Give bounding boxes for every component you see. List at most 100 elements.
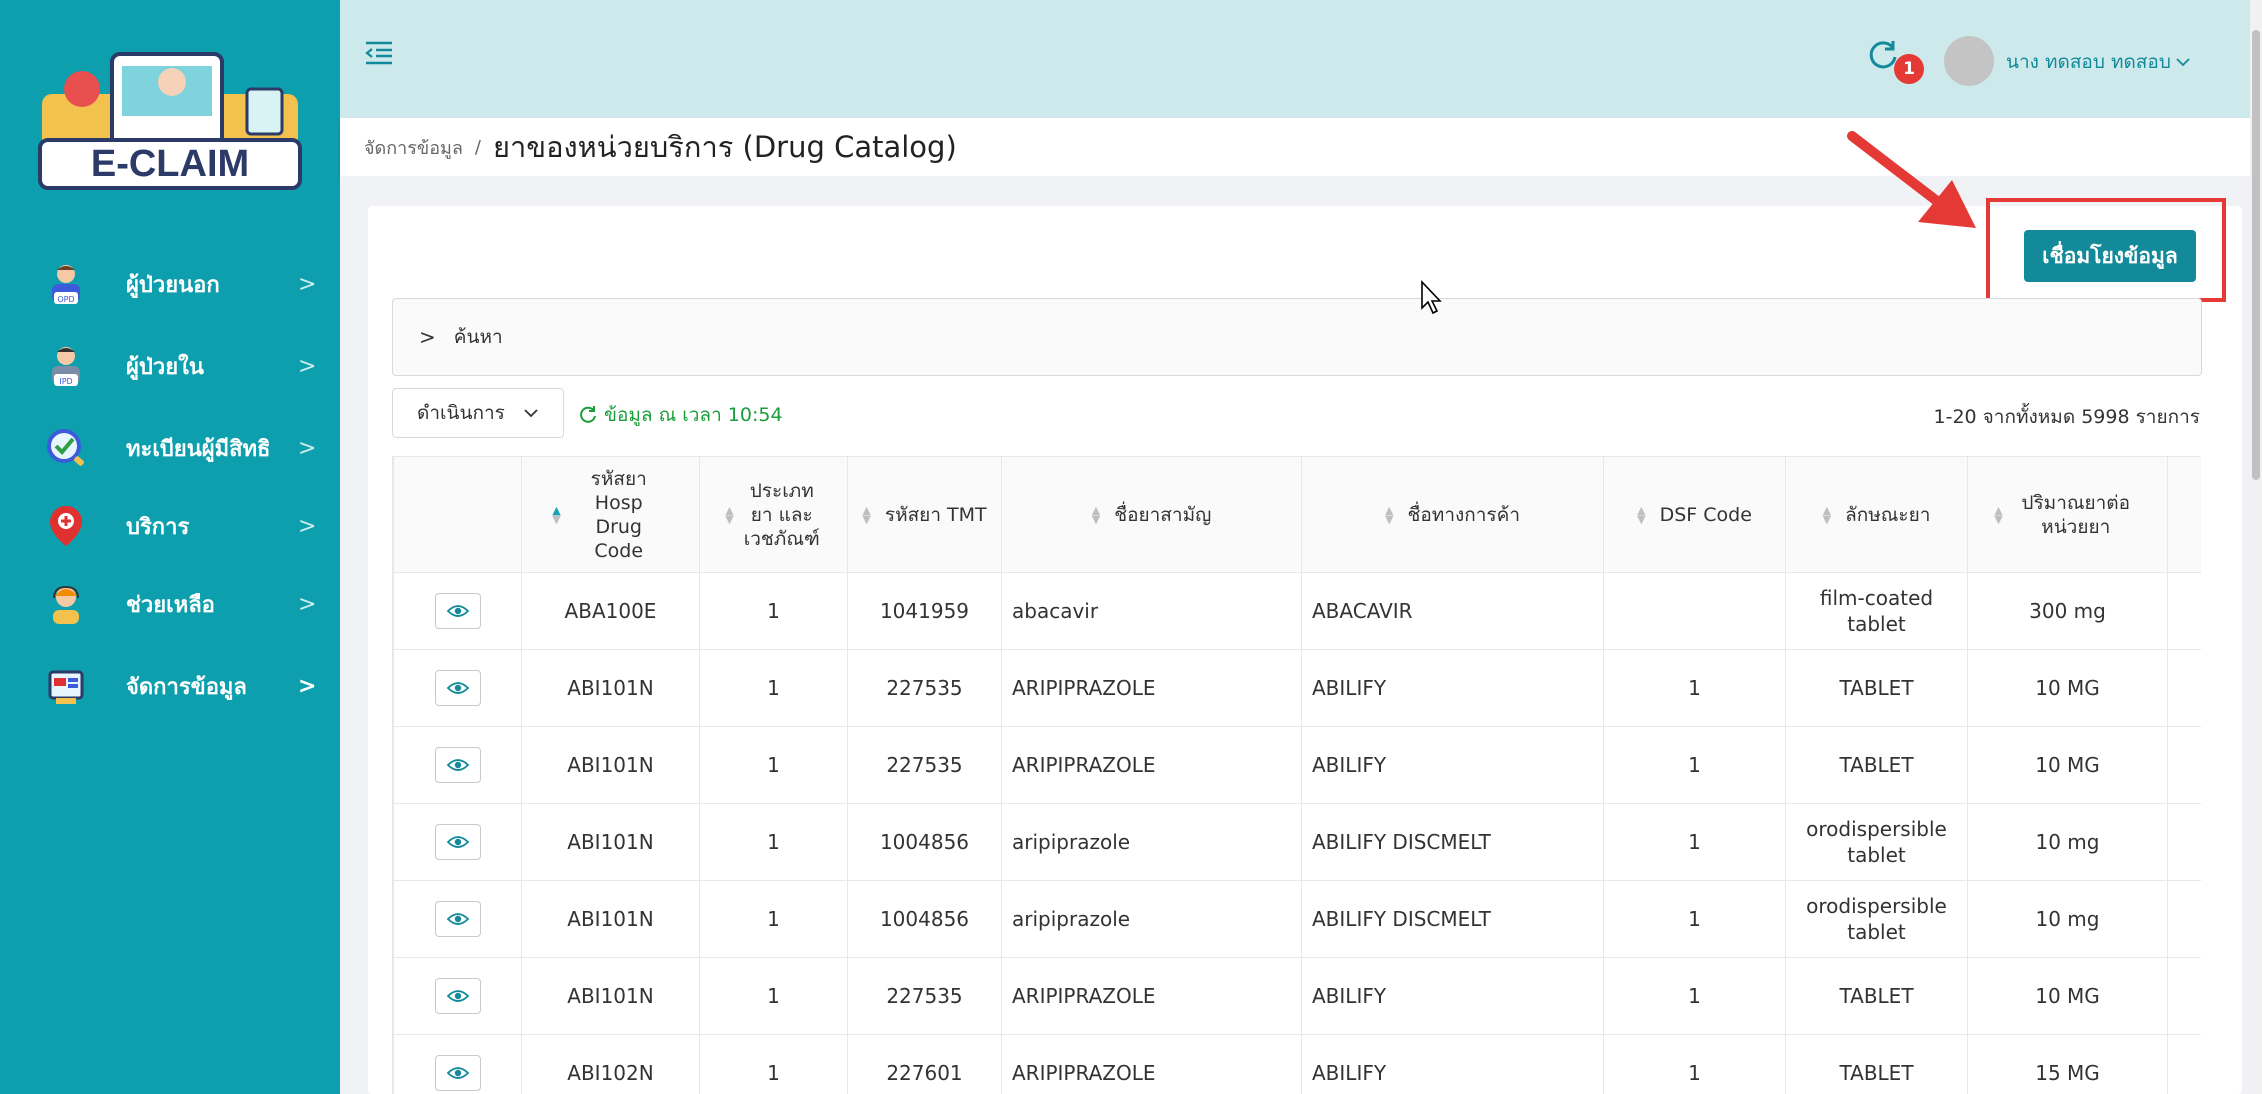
- sidebar-item-label: ทะเบียนผู้มีสิทธิ: [126, 436, 271, 462]
- chevron-right-icon: >: [298, 513, 317, 539]
- strength-cell: 15 MG: [1967, 1034, 2168, 1094]
- actions-label: ดำเนินการ: [417, 402, 505, 424]
- view-button[interactable]: [434, 978, 481, 1014]
- generic-name-cell: ARIPIPRAZOLE: [1001, 649, 1302, 727]
- dosage-form-cell: orodispersible tablet: [1785, 880, 1968, 958]
- strength-cell: 300 mg: [1967, 572, 2168, 650]
- column-header-generic-name[interactable]: ▲ ▼ ชื่อยาสามัญ: [1001, 456, 1302, 573]
- sort-icon: ▲ ▼: [1384, 504, 1394, 526]
- overflow-cell: [2167, 726, 2201, 804]
- row-action-cell: [393, 957, 522, 1035]
- row-action-cell: [393, 1034, 522, 1094]
- column-header-dsf-code[interactable]: ▲ ▼ DSF Code: [1603, 456, 1786, 573]
- opd-patient-icon: OPD: [46, 262, 86, 306]
- sidebar-item-services[interactable]: บริการ >: [0, 498, 340, 554]
- hosp-drug-code-cell: ABA100E: [521, 572, 700, 650]
- chevron-right-icon: >: [419, 325, 436, 349]
- table-row: ABI101N 1 1004856 aripiprazole ABILIFY DISCM…: [393, 880, 2201, 958]
- overflow-cell: [2167, 957, 2201, 1035]
- view-button[interactable]: [434, 593, 481, 629]
- menu-toggle-icon[interactable]: [364, 40, 394, 66]
- chevron-down-icon: [523, 404, 539, 423]
- notification-badge[interactable]: 1: [1894, 54, 1924, 84]
- dosage-form-cell: orodispersible tablet: [1785, 803, 1968, 881]
- table-row: ABI101N 1 1004856 aripiprazole ABILIFY DISCM…: [393, 803, 2201, 881]
- view-button[interactable]: [434, 1055, 481, 1091]
- column-header-label: ปริมาณยาต่อ หน่วยยา: [2021, 491, 2131, 538]
- column-header-hosp-drug-code[interactable]: ▲ ▼ รหัสยา Hosp Drug Code: [521, 456, 700, 573]
- tmt-code-cell: 1004856: [847, 803, 1002, 881]
- column-header-tmt-code[interactable]: ▲ ▼ รหัสยา TMT: [847, 456, 1002, 573]
- hosp-drug-code-cell: ABI101N: [521, 803, 700, 881]
- column-header-trade-name[interactable]: ▲ ▼ ชื่อทางการค้า: [1301, 456, 1604, 573]
- column-header-drug-type[interactable]: ▲ ▼ ประเภทยา และ เวชภัณฑ์: [699, 456, 848, 573]
- actions-dropdown[interactable]: ดำเนินการ: [392, 388, 564, 438]
- trade-name-cell: ABILIFY: [1301, 1034, 1604, 1094]
- column-header-actions: [393, 456, 522, 573]
- tmt-code-cell: 1041959: [847, 572, 1002, 650]
- tmt-code-cell: 227535: [847, 726, 1002, 804]
- sidebar-item-label: ช่วยเหลือ: [126, 592, 215, 618]
- dsf-code-cell: 1: [1603, 726, 1786, 804]
- breadcrumb-parent[interactable]: จัดการข้อมูล: [364, 133, 463, 162]
- row-action-cell: [393, 880, 522, 958]
- column-header-label: ประเภทยา และ เวชภัณฑ์: [743, 479, 820, 550]
- page-scrollbar[interactable]: [2250, 0, 2262, 1094]
- scrollbar-thumb[interactable]: [2252, 30, 2260, 480]
- column-header-label: ชื่อทางการค้า: [1407, 503, 1521, 526]
- e-claim-logo: E-CLAIM: [22, 34, 318, 194]
- sidebar: E-CLAIM OPD ผู้ป่วยนอก > IPD ผู้ป่วยใน >…: [0, 0, 340, 1094]
- trade-name-cell: ABILIFY: [1301, 957, 1604, 1035]
- sidebar-item-opd[interactable]: OPD ผู้ป่วยนอก >: [0, 256, 340, 312]
- view-button[interactable]: [434, 747, 481, 783]
- row-action-cell: [393, 726, 522, 804]
- view-button[interactable]: [434, 901, 481, 937]
- chevron-right-icon: >: [298, 435, 317, 461]
- sidebar-item-help[interactable]: ช่วยเหลือ >: [0, 576, 340, 632]
- data-refresh-status[interactable]: ข้อมูล ณ เวลา 10:54: [578, 400, 783, 430]
- column-header-label: ชื่อยาสามัญ: [1114, 503, 1212, 526]
- strength-cell: 10 MG: [1967, 957, 2168, 1035]
- sort-icon: ▲ ▼: [725, 503, 734, 526]
- dsf-code-cell: 1: [1603, 880, 1786, 958]
- sidebar-item-registry[interactable]: ทะเบียนผู้มีสิทธิ >: [0, 420, 340, 476]
- dosage-form-cell: TABLET: [1785, 957, 1968, 1035]
- user-menu[interactable]: นาง ทดสอบ ทดสอบ: [2006, 48, 2191, 76]
- dosage-form-cell: TABLET: [1785, 649, 1968, 727]
- table-row: ABI102N 1 227601 ARIPIPRAZOLE ABILIFY 1 TABLET…: [393, 1034, 2201, 1094]
- strength-cell: 10 MG: [1967, 649, 2168, 727]
- eye-icon: [446, 682, 469, 694]
- view-button[interactable]: [434, 670, 481, 706]
- drug-table-container[interactable]: ▲ ▼ รหัสยา Hosp Drug Code ▲ ▼ ประเภทยา และ…: [392, 456, 2201, 1094]
- overflow-cell: [2167, 572, 2201, 650]
- dsf-code-cell: 1: [1603, 649, 1786, 727]
- generic-name-cell: ARIPIPRAZOLE: [1001, 1034, 1302, 1094]
- chevron-down-icon: [2175, 51, 2191, 73]
- sidebar-item-ipd[interactable]: IPD ผู้ป่วยใน >: [0, 338, 340, 394]
- column-header-dosage-form[interactable]: ▲ ▼ ลักษณะยา: [1785, 456, 1968, 573]
- tmt-code-cell: 1004856: [847, 880, 1002, 958]
- trade-name-cell: ABACAVIR: [1301, 572, 1604, 650]
- chevron-right-icon: >: [298, 591, 317, 617]
- drug-type-cell: 1: [699, 957, 848, 1035]
- search-panel[interactable]: > ค้นหา: [392, 298, 2202, 376]
- overflow-cell: [2167, 1034, 2201, 1094]
- column-header-strength[interactable]: ▲ ▼ ปริมาณยาต่อ หน่วยยา: [1967, 456, 2168, 573]
- dosage-form-cell: film-coated tablet: [1785, 572, 1968, 650]
- dsf-code-cell: 1: [1603, 957, 1786, 1035]
- sidebar-item-data-management[interactable]: จัดการข้อมูล >: [0, 658, 340, 714]
- eye-icon: [446, 605, 469, 617]
- column-header-label: ลักษณะยา: [1845, 503, 1931, 526]
- row-action-cell: [393, 649, 522, 727]
- location-pin-icon: [46, 504, 86, 548]
- view-button[interactable]: [434, 824, 481, 860]
- column-header-label: รหัสยา TMT: [884, 503, 987, 526]
- hosp-drug-code-cell: ABI101N: [521, 726, 700, 804]
- table-row: ABI101N 1 227535 ARIPIPRAZOLE ABILIFY 1 TABLET…: [393, 649, 2201, 727]
- overflow-cell: [2167, 880, 2201, 958]
- column-header-label: DSF Code: [1659, 503, 1752, 526]
- highlight-box: [1986, 198, 2226, 302]
- drug-type-cell: 1: [699, 1034, 848, 1094]
- sort-icon: ▲ ▼: [862, 504, 871, 526]
- avatar[interactable]: [1944, 36, 1994, 86]
